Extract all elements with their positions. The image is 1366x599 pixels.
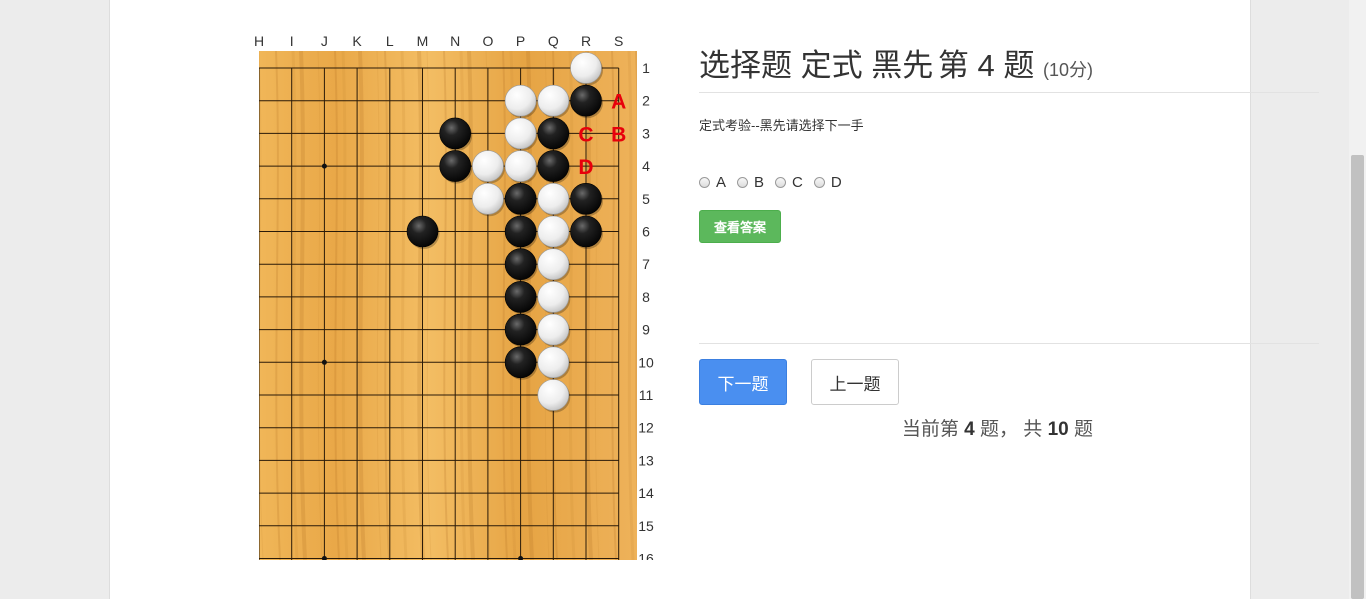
answer-options: A B C D [699, 174, 853, 191]
col-label: H [254, 33, 264, 49]
option-mark-a: A [611, 91, 626, 114]
black-stone [504, 215, 537, 248]
option-c[interactable]: C [775, 174, 803, 191]
row-label: 1 [642, 60, 650, 76]
col-label: I [290, 33, 294, 49]
white-stone [504, 117, 537, 150]
black-stone [537, 117, 570, 150]
white-stone [537, 84, 570, 117]
divider [699, 343, 1319, 344]
col-label: N [450, 33, 460, 49]
progress-mid: 题， 共 [980, 419, 1043, 440]
black-stone [570, 183, 602, 215]
question-score: (10分) [1042, 60, 1093, 80]
white-stone [537, 313, 570, 346]
white-stone [504, 150, 537, 182]
prev-question-button[interactable]: 上一题 [811, 359, 899, 405]
option-mark-b: B [611, 123, 626, 146]
row-label: 14 [638, 485, 654, 501]
go-board[interactable]: H I J K L M N O P Q R S12345678910111213141516ABCD [250, 28, 670, 560]
radio-a[interactable] [699, 177, 710, 188]
black-stone [504, 248, 537, 281]
question-number: 第 4 题 (10分) [938, 46, 1093, 90]
radio-c[interactable] [775, 177, 787, 188]
view-answer-button[interactable]: 查看答案 [699, 210, 781, 243]
white-stone [537, 215, 570, 248]
col-label: J [321, 33, 328, 49]
row-label: 7 [642, 256, 650, 272]
option-a[interactable]: A [699, 174, 726, 191]
row-label: 11 [639, 387, 654, 403]
col-label: R [581, 33, 591, 49]
col-label: S [614, 33, 623, 49]
option-d-label: D [830, 174, 842, 191]
white-stone [537, 248, 570, 281]
star-point [321, 163, 327, 169]
black-stone [504, 346, 537, 379]
next-question-button[interactable]: 下一题 [699, 359, 787, 405]
black-stone [439, 117, 472, 150]
progress-text: 当前第 4 题， 共 10 题 [902, 414, 1093, 441]
progress-suffix: 题 [1073, 419, 1093, 440]
black-stone [504, 313, 537, 346]
option-b-label: B [754, 174, 765, 191]
col-label: Q [548, 33, 559, 49]
white-stone [537, 183, 570, 215]
divider [699, 92, 1319, 93]
progress-total: 10 [1047, 419, 1069, 440]
white-stone [537, 379, 570, 411]
row-label: 15 [638, 518, 654, 534]
option-d[interactable]: D [813, 174, 842, 191]
col-label: L [386, 33, 394, 49]
question-number-value: 4 [977, 48, 995, 83]
option-c-label: C [792, 174, 803, 191]
row-label: 10 [638, 354, 654, 370]
row-label: 2 [642, 93, 650, 109]
white-stone [472, 150, 504, 182]
white-stone [537, 281, 570, 313]
black-stone [439, 150, 472, 182]
option-mark-d: D [578, 156, 593, 179]
option-b[interactable]: B [737, 174, 764, 191]
star-point [321, 359, 327, 365]
option-mark-c: C [578, 123, 593, 146]
black-stone [570, 84, 602, 117]
white-stone [537, 346, 570, 379]
black-stone [504, 281, 537, 313]
row-label: 16 [638, 551, 654, 561]
option-a-label: A [716, 174, 727, 191]
content-card: H I J K L M N O P Q R S 1 2 3 4 5 6 7 8 9 10 11 12 13 14 15 16 A B C D … [109, 0, 1319, 599]
black-stone [537, 150, 570, 182]
row-label: 13 [638, 452, 654, 468]
question-title: 选择题 定式 黑先 [699, 48, 934, 83]
row-label: 4 [642, 158, 650, 174]
scrollbar-thumb[interactable] [1351, 155, 1364, 599]
progress-prefix: 当前第 [901, 419, 959, 440]
col-label: O [482, 33, 493, 49]
row-label: 8 [642, 289, 650, 305]
row-label: 3 [642, 125, 650, 141]
radio-b[interactable] [737, 177, 749, 188]
col-label: M [417, 33, 429, 49]
question-description: 定式考验--黑先请选择下一手 [699, 118, 864, 133]
page-scrollbar[interactable] [1349, 0, 1366, 599]
row-label: 5 [642, 191, 650, 207]
row-label: 12 [638, 420, 654, 436]
black-stone [504, 183, 537, 215]
radio-d[interactable] [813, 177, 825, 188]
col-label: P [516, 33, 525, 49]
row-label: 9 [642, 322, 650, 338]
black-stone [570, 215, 602, 248]
question-number-suffix: 题 [1003, 48, 1035, 83]
progress-current: 4 [964, 419, 975, 440]
question-number-prefix: 第 [937, 48, 969, 83]
black-stone [406, 215, 439, 248]
white-stone [570, 52, 602, 84]
col-label: K [352, 33, 362, 49]
white-stone [472, 183, 504, 215]
row-label: 6 [642, 224, 650, 240]
white-stone [504, 84, 537, 117]
